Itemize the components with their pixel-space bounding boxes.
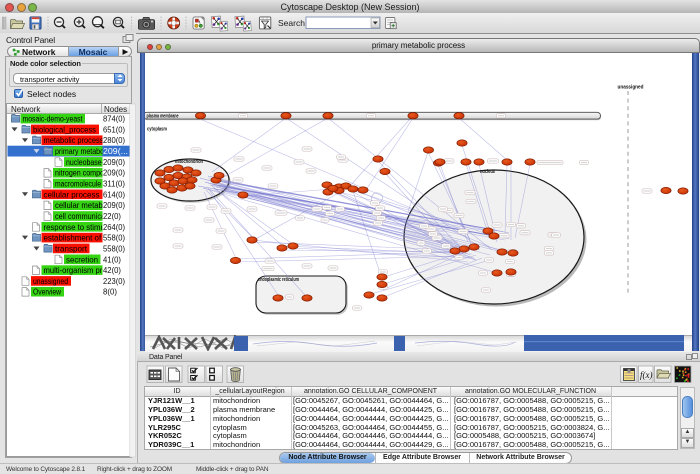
svg-text:macromolecule: macromolecule: [55, 180, 101, 189]
svg-text:metabolic process: metabolic process: [44, 136, 104, 145]
svg-text:unassigned: unassigned: [618, 85, 644, 91]
svg-text:Overview: Overview: [33, 288, 61, 297]
svg-text:response to stimul: response to stimul: [44, 223, 107, 232]
svg-text:biological_process: biological_process: [33, 125, 96, 134]
svg-text:264(0): 264(0): [103, 223, 125, 232]
svg-text:223(0): 223(0): [103, 277, 125, 286]
svg-text:plasma membrane: plasma membrane: [147, 114, 179, 120]
svg-text:nucleobase-: nucleobase-: [66, 158, 104, 167]
svg-text:209(0): 209(0): [103, 201, 125, 210]
svg-text:mosaic-demo-yeast: mosaic-demo-yeast: [23, 115, 84, 124]
svg-text:651(0): 651(0): [103, 125, 125, 134]
svg-text:endoplasmic reticulum: endoplasmic reticulum: [258, 277, 299, 283]
svg-text:mitochondrion: mitochondrion: [175, 159, 203, 165]
svg-text:614(0): 614(0): [103, 190, 125, 199]
svg-text:f(x): f(x): [640, 370, 653, 380]
svg-text:42(0): 42(0): [103, 266, 121, 275]
svg-text:209(...: 209(...: [103, 147, 128, 156]
svg-text:311(0): 311(0): [103, 180, 125, 189]
svg-text:558(0): 558(0): [103, 234, 125, 243]
svg-text:Search:: Search:: [278, 18, 307, 28]
svg-text:primary metabo: primary metabo: [55, 147, 104, 156]
svg-text:22(0): 22(0): [103, 212, 121, 221]
svg-text:nitrogen compo: nitrogen compo: [55, 169, 104, 178]
svg-text:cellular metabo: cellular metabo: [55, 201, 108, 210]
svg-text:41(0): 41(0): [103, 255, 121, 264]
svg-text:cellular process: cellular process: [44, 190, 100, 199]
svg-text:multi-organism pro: multi-organism pro: [44, 266, 108, 275]
svg-text:establishment of lo: establishment of lo: [44, 234, 111, 243]
svg-text:secretion: secretion: [66, 255, 98, 264]
svg-text:209(0): 209(0): [103, 158, 125, 167]
svg-text:558(0): 558(0): [103, 245, 125, 254]
svg-text:nucleus: nucleus: [480, 169, 495, 175]
svg-text:8(0): 8(0): [103, 288, 117, 297]
svg-text:cytoplasm: cytoplasm: [147, 127, 167, 133]
svg-text:874(0): 874(0): [103, 115, 125, 124]
svg-text:280(0): 280(0): [103, 136, 125, 145]
svg-text:209(0): 209(0): [103, 169, 125, 178]
svg-text:cell communicat: cell communicat: [55, 212, 108, 221]
svg-text:unassigned: unassigned: [33, 277, 68, 286]
svg-text:transport: transport: [55, 245, 88, 254]
